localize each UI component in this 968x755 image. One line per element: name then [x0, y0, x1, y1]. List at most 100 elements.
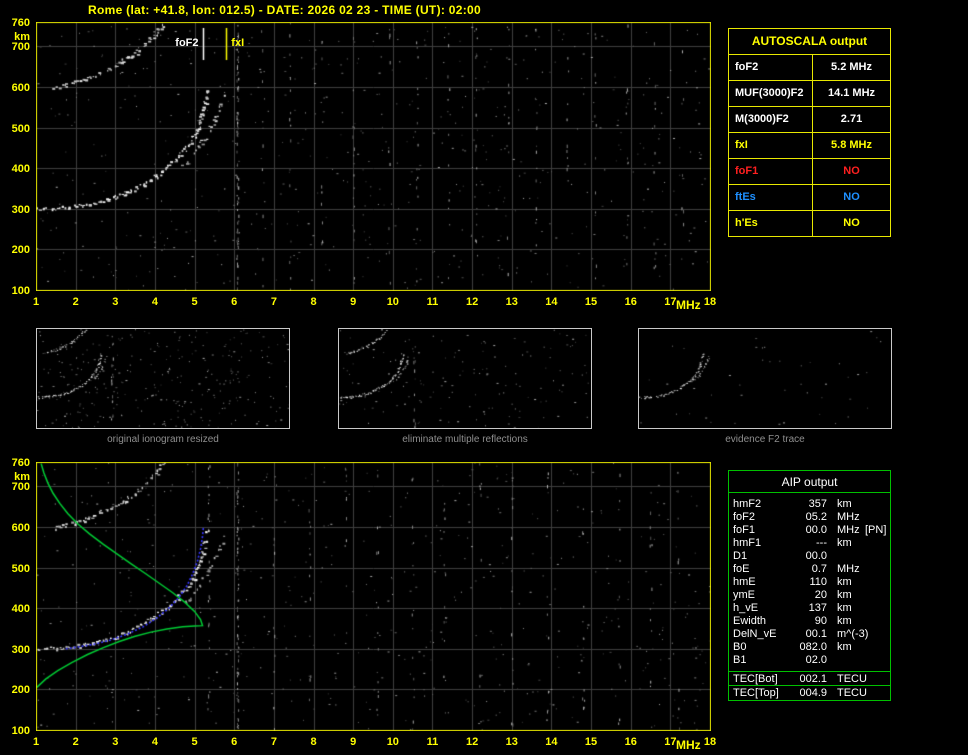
aip-row-unit: km: [837, 615, 852, 627]
y-tick-label: 400: [11, 163, 30, 176]
aip-row-name: D1: [733, 550, 748, 562]
thumbnail-evidence-f2-canvas: [638, 328, 892, 429]
aip-row-name: Ewidth: [733, 615, 767, 627]
aip-row-extra: [861, 672, 886, 686]
x-tick-label: 9: [350, 736, 357, 748]
x-tick-label: 12: [465, 296, 479, 308]
aip-row-unit: [827, 654, 861, 667]
x-tick-label: 16: [624, 296, 637, 308]
aip-row-name: TEC[Top]: [733, 687, 779, 699]
aip-row-extra: [861, 550, 886, 563]
aip-row-unit: km: [837, 602, 852, 614]
x-tick-label: 7: [270, 296, 277, 308]
thumbnail-caption: original ionogram resized: [107, 434, 219, 445]
aip-row-extra: [861, 563, 886, 576]
aip-tec-row: TEC[Top] 004.9 TECU: [729, 686, 890, 700]
aip-row-unit: km: [837, 589, 852, 601]
autoscala-table-title: AUTOSCALA output: [751, 34, 868, 48]
aip-row-unit: km: [837, 576, 852, 588]
x-tick-label: 18: [703, 736, 717, 748]
aip-row-name: hmF2: [733, 498, 762, 510]
aip-row-value: 002.1: [799, 673, 827, 685]
aip-row-unit: km: [837, 641, 852, 653]
aip-row-name: foF1: [733, 524, 756, 536]
y-tick-label: 600: [11, 521, 30, 534]
autoscala-table-row: MUF(3000)F2 14.1 MHz: [729, 80, 890, 106]
aip-row-value: 0.7: [811, 563, 827, 575]
aip-row-name: B0: [733, 641, 747, 653]
x-tick-label: 14: [545, 296, 558, 308]
x-tick-label: 10: [386, 736, 399, 748]
aip-table-row: Ewidth 90 km: [729, 615, 890, 628]
aip-row-unit: [827, 550, 861, 563]
autoscala-table-row: foF1 NO: [729, 158, 890, 184]
aip-row-extra: [861, 615, 886, 628]
aip-output-table: AIP output hmF2 357 km foF2 05.2 MHz foF1 00.0 M…: [728, 470, 891, 701]
thumbnail-original-canvas: [36, 328, 290, 429]
aip-row-extra: [861, 628, 886, 641]
autoscala-row-label: M(3000)F2: [729, 107, 813, 132]
y-tick-label: 200: [11, 244, 30, 257]
aip-row-unit: MHz: [837, 524, 860, 536]
aip-row-value: 02.0: [805, 654, 827, 666]
aip-row-extra: [861, 686, 886, 700]
y-tick-label: 760: [11, 457, 30, 469]
aip-row-value: 110: [809, 576, 827, 588]
y-tick-label: 700: [11, 481, 30, 494]
x-tick-label: 4: [151, 296, 158, 308]
y-tick-label: 700: [11, 41, 30, 54]
autoscala-table-row: ftEs NO: [729, 184, 890, 210]
aip-row-value: 00.1: [805, 628, 827, 640]
y-tick-label: 300: [11, 203, 30, 216]
x-tick-label: 17: [664, 296, 677, 308]
aip-row-value: 90: [814, 615, 827, 627]
aip-row-value: 137: [808, 602, 827, 614]
bottom-ionogram-plot: km MHz 760 700 600 500 400 300 200 100 1 2 3 4 5 6 7 8 9…: [0, 457, 745, 755]
x-tick-label: 13: [505, 736, 518, 748]
aip-row-value: 00.0: [805, 524, 827, 536]
autoscala-table-row: fxI 5.8 MHz: [729, 132, 890, 158]
x-tick-label: 10: [386, 296, 399, 308]
aip-table-rows: hmF2 357 km foF2 05.2 MHz foF1 00.0 MHz [PN] hmF1 -…: [729, 493, 890, 671]
thumbnail-eliminate-multiples: eliminate multiple reflections: [338, 328, 592, 445]
x-tick-label: 1: [32, 296, 40, 308]
x-tick-label: 5: [191, 296, 198, 308]
aip-table-row: foE 0.7 MHz: [729, 563, 890, 576]
bottom-ionogram-canvas: [36, 462, 711, 731]
x-tick-label: 11: [426, 736, 439, 748]
autoscala-row-label: ftEs: [729, 185, 813, 210]
y-tick-label: 760: [11, 17, 30, 29]
x-tick-label: 6: [231, 736, 238, 748]
x-tick-label: 11: [426, 296, 439, 308]
autoscala-row-value: 5.8 MHz: [831, 139, 872, 151]
y-tick-label: 600: [11, 81, 30, 94]
thumbnail-caption: eliminate multiple reflections: [402, 434, 528, 445]
autoscala-output-table: AUTOSCALA output foF2 5.2 MHz MUF(3000)F2 1…: [728, 28, 891, 237]
fxI-marker-label: fxI: [231, 37, 245, 49]
autoscala-window: Rome (lat: +41.8, lon: 012.5) - DATE: 20…: [0, 0, 968, 755]
y-tick-label: 500: [11, 562, 30, 575]
aip-row-unit: km: [837, 537, 852, 549]
autoscala-row-value: NO: [843, 165, 860, 177]
thumbnail-eliminate-multiples-canvas: [338, 328, 592, 429]
x-tick-label: 5: [191, 736, 198, 748]
aip-row-extra: [861, 641, 886, 654]
thumbnail-caption: evidence F2 trace: [725, 434, 805, 445]
autoscala-table-rows: foF2 5.2 MHz MUF(3000)F2 14.1 MHz M(3000)F2 2…: [729, 54, 890, 236]
top-ionogram-canvas: [36, 22, 711, 291]
aip-row-extra: [861, 537, 886, 550]
autoscala-table-row: h'Es NO: [729, 210, 890, 236]
aip-row-unit: MHz: [837, 511, 860, 523]
x-tick-label: 16: [624, 736, 637, 748]
aip-row-extra: [PN]: [865, 524, 887, 536]
y-tick-label: 300: [11, 643, 30, 656]
autoscala-table-row: M(3000)F2 2.71: [729, 106, 890, 132]
aip-row-value: 00.0: [805, 550, 827, 562]
autoscala-table-row: foF2 5.2 MHz: [729, 54, 890, 80]
aip-row-name: h_vE: [733, 602, 759, 614]
aip-tec-row: TEC[Bot] 002.1 TECU: [729, 672, 890, 686]
aip-row-name: foF2: [733, 511, 756, 523]
aip-row-name: ymE: [733, 589, 755, 601]
aip-table-row: hmF1 --- km: [729, 537, 890, 550]
page-title: Rome (lat: +41.8, lon: 012.5) - DATE: 20…: [88, 3, 481, 17]
